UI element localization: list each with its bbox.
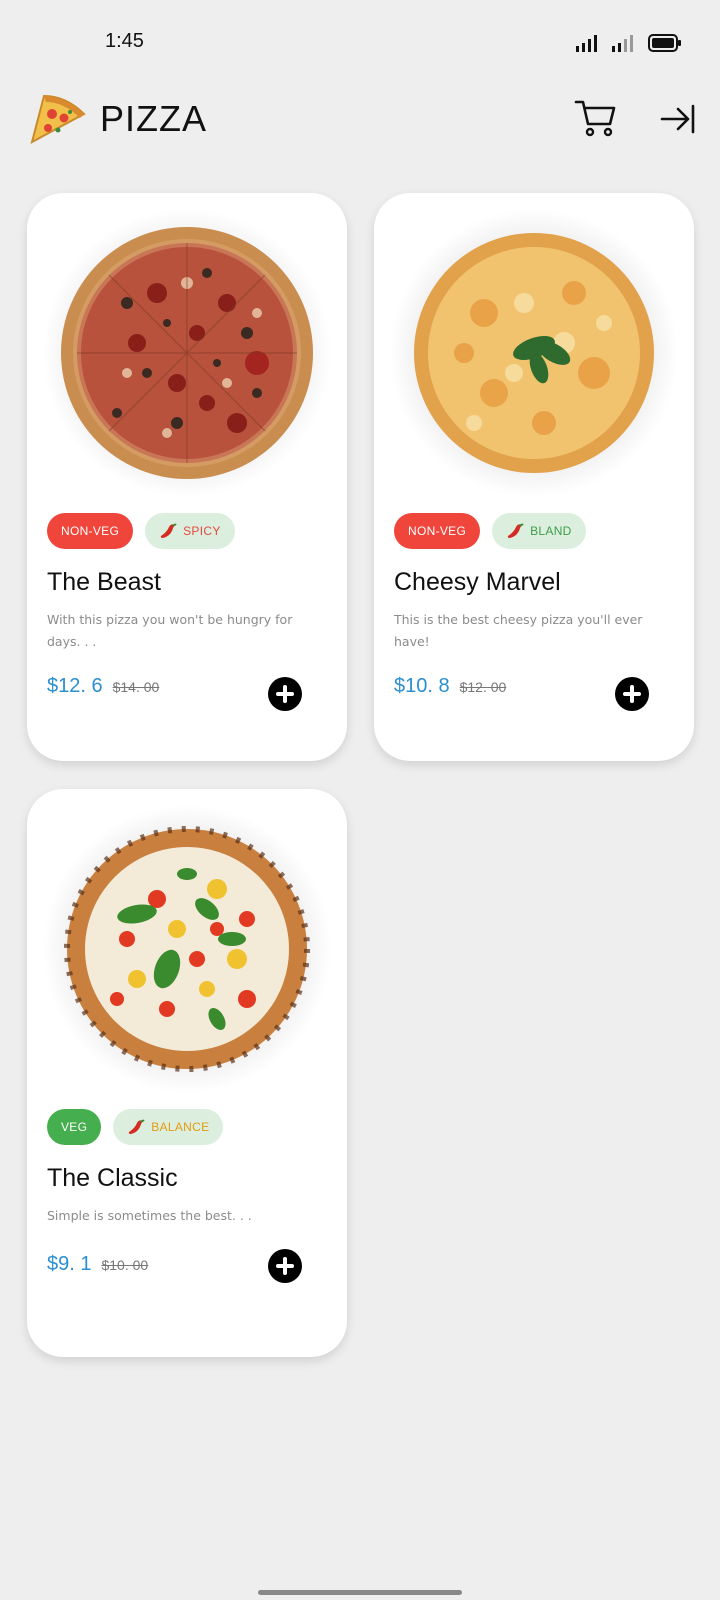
price-row: $10. 8 $12. 00 <box>394 675 506 698</box>
home-indicator[interactable] <box>258 1590 462 1595</box>
product-title: The Beast <box>47 568 161 596</box>
spice-label: SPICY <box>183 524 221 538</box>
pizza-beast-image <box>61 227 313 479</box>
price: $9. 1 <box>47 1253 92 1275</box>
pizza-cheesy-image <box>414 233 654 473</box>
spice-tag: BLAND <box>492 513 586 549</box>
spice-tag: SPICY <box>145 513 235 549</box>
spice-label: BALANCE <box>151 1120 210 1134</box>
type-tag: NON-VEG <box>47 513 134 549</box>
add-to-cart-button[interactable] <box>268 677 302 711</box>
logout-button[interactable] <box>660 102 696 136</box>
cart-button[interactable] <box>574 98 618 138</box>
add-to-cart-button[interactable] <box>615 677 649 711</box>
price: $10. 8 <box>394 675 450 697</box>
type-tag: VEG <box>47 1109 102 1145</box>
product-description: With this pizza you won't be hungry for … <box>47 612 293 649</box>
tag-row: VEG BALANCE <box>47 1109 224 1145</box>
product-card[interactable]: VEG BALANCE The Classic Simple is someti… <box>27 789 347 1357</box>
chili-icon <box>160 523 177 538</box>
product-card[interactable]: NON-VEG BLAND Cheesy Marvel This is the … <box>374 193 694 761</box>
old-price: $12. 00 <box>459 679 507 695</box>
cart-icon <box>574 100 616 126</box>
pizza-classic-image <box>64 826 310 1072</box>
battery-icon <box>648 34 681 52</box>
status-bar: 1:45 <box>0 0 720 80</box>
old-price: $10. 00 <box>101 1257 149 1273</box>
price-row: $9. 1 $10. 00 <box>47 1253 148 1276</box>
signal-icon-2 <box>612 35 633 52</box>
old-price: $14. 00 <box>112 679 160 695</box>
product-title: Cheesy Marvel <box>394 568 561 596</box>
price: $12. 6 <box>47 675 103 697</box>
product-card[interactable]: NON-VEG SPICY The Beast With this pizza … <box>27 193 347 761</box>
app-title: PIZZA <box>100 98 208 139</box>
add-to-cart-button[interactable] <box>268 1249 302 1283</box>
pizza-logo-icon <box>30 94 86 144</box>
type-tag: NON-VEG <box>394 513 481 549</box>
price-row: $12. 6 $14. 00 <box>47 675 159 698</box>
status-time: 1:45 <box>105 30 144 52</box>
tag-row: NON-VEG SPICY <box>47 513 235 549</box>
product-title: The Classic <box>47 1164 178 1192</box>
spice-tag: BALANCE <box>113 1109 224 1145</box>
pizza-image <box>37 799 337 1099</box>
product-description: This is the best cheesy pizza you'll eve… <box>394 612 643 649</box>
pizza-image <box>37 203 337 503</box>
app-header: PIZZA <box>0 84 720 154</box>
status-icons <box>576 34 682 52</box>
tag-row: NON-VEG BLAND <box>394 513 586 549</box>
signal-icon <box>576 35 597 52</box>
chili-icon <box>507 523 524 538</box>
arrow-to-right-icon <box>660 104 695 134</box>
pizza-image <box>384 203 684 503</box>
chili-icon <box>129 1119 145 1134</box>
product-description: Simple is sometimes the best. . . <box>47 1208 252 1223</box>
spice-label: BLAND <box>530 524 572 538</box>
